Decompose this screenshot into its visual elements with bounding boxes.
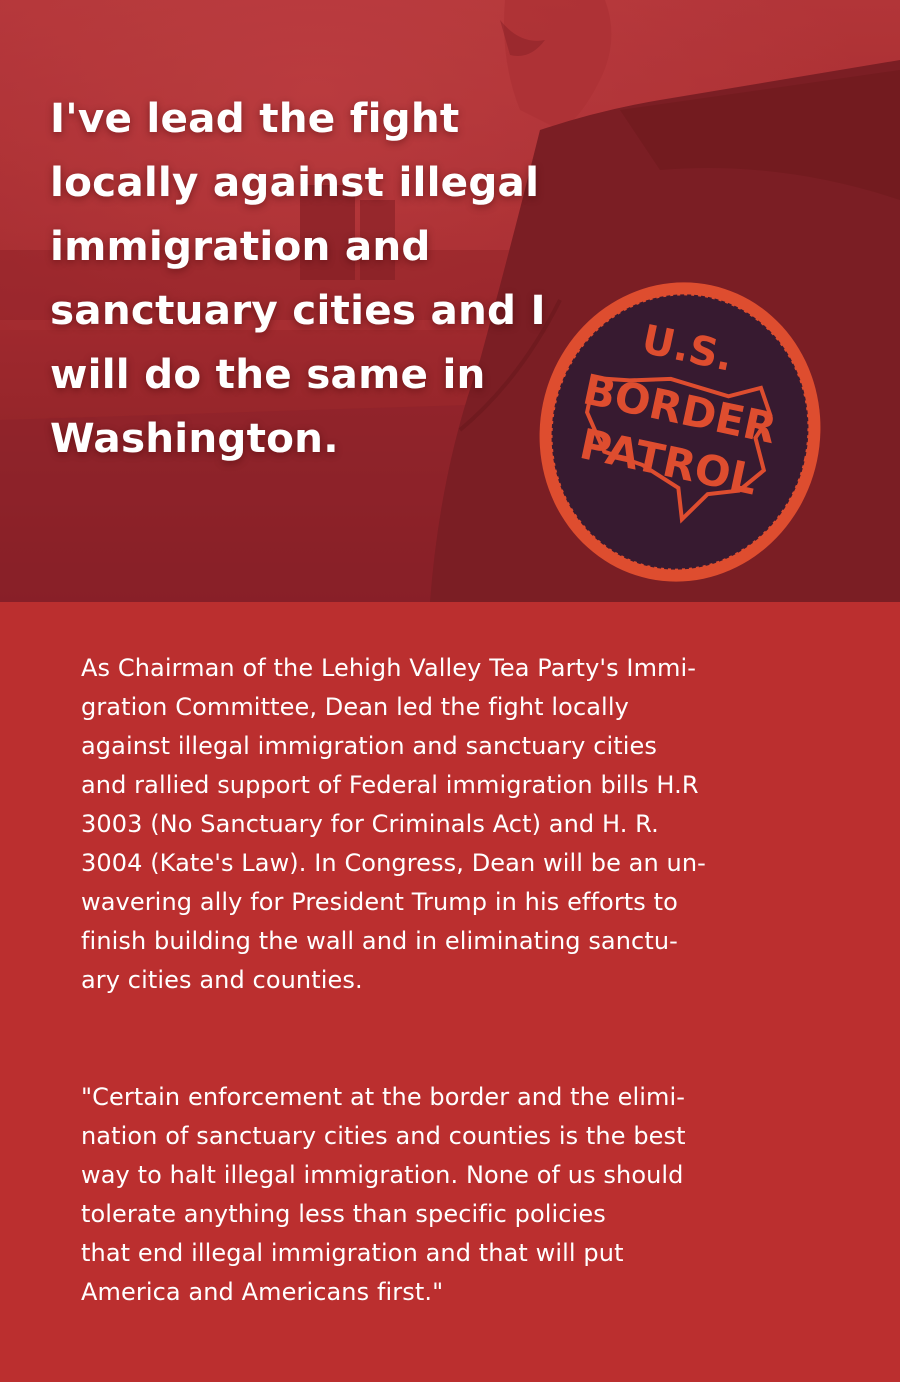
hero-headline: I've lead the fight locally against ille…: [50, 86, 590, 470]
bio-paragraph-line: and rallied support of Federal immigrati…: [81, 771, 699, 799]
bio-paragraph-line: gration Committee, Dean led the fight lo…: [81, 693, 629, 721]
hero-headline-line: I've lead the fight: [50, 94, 460, 142]
quote-paragraph-line: that end illegal immigration and that wi…: [81, 1239, 624, 1267]
quote-paragraph-line: America and Americans first.": [81, 1278, 444, 1306]
bio-paragraph: As Chairman of the Lehigh Valley Tea Par…: [81, 649, 841, 1000]
bio-paragraph-line: As Chairman of the Lehigh Valley Tea Par…: [81, 654, 697, 682]
bio-paragraph-line: finish building the wall and in eliminat…: [81, 927, 678, 955]
hero-headline-line: immigration and: [50, 222, 431, 270]
hero-headline-line: will do the same in: [50, 350, 486, 398]
page: U.S. BORDER PATROL I've lead the fight l…: [0, 0, 900, 1382]
bio-paragraph-line: against illegal immigration and sanctuar…: [81, 732, 658, 760]
quote-paragraph: "Certain enforcement at the border and t…: [81, 1078, 841, 1312]
bio-paragraph-line: 3004 (Kate's Law). In Congress, Dean wil…: [81, 849, 706, 877]
hero-headline-line: Washington.: [50, 414, 339, 462]
quote-paragraph-line: way to halt illegal immigration. None of…: [81, 1161, 684, 1189]
hero-headline-line: sanctuary cities and I: [50, 286, 546, 334]
quote-paragraph-line: tolerate anything less than specific pol…: [81, 1200, 606, 1228]
content-section: As Chairman of the Lehigh Valley Tea Par…: [0, 602, 900, 1382]
bio-paragraph-line: ary cities and counties.: [81, 966, 363, 994]
bio-paragraph-line: 3003 (No Sanctuary for Criminals Act) an…: [81, 810, 659, 838]
quote-paragraph-line: nation of sanctuary cities and counties …: [81, 1122, 686, 1150]
hero-banner: U.S. BORDER PATROL I've lead the fight l…: [0, 0, 900, 602]
bio-paragraph-line: wavering ally for President Trump in his…: [81, 888, 678, 916]
quote-paragraph-line: "Certain enforcement at the border and t…: [81, 1083, 685, 1111]
hero-headline-line: locally against illegal: [50, 158, 540, 206]
